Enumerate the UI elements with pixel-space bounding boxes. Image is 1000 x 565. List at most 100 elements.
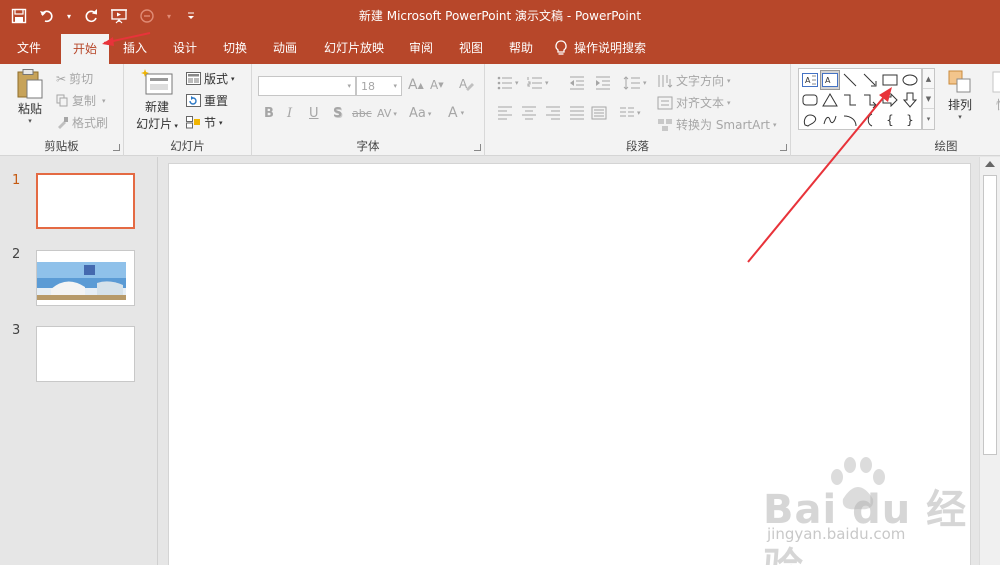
- right-brace-icon[interactable]: }: [900, 110, 920, 130]
- section-button[interactable]: 节 ▾: [186, 114, 223, 131]
- brush-icon: [58, 117, 68, 129]
- quick-styles-button[interactable]: 快: [987, 68, 1000, 113]
- slide-thumbnail-3[interactable]: [36, 326, 135, 382]
- slide-thumbnail-1[interactable]: [36, 173, 135, 229]
- clipboard-launcher-icon[interactable]: [113, 144, 120, 151]
- grow-font-button[interactable]: A ▲: [408, 77, 424, 93]
- slide-number: 2: [12, 247, 21, 262]
- tab-design[interactable]: 设计: [162, 32, 208, 64]
- shadow-button[interactable]: S: [333, 106, 342, 121]
- char-spacing-button[interactable]: AV ▾: [377, 107, 397, 120]
- copy-icon: [56, 94, 68, 107]
- change-case-button[interactable]: Aa ▾: [409, 106, 431, 121]
- arc-icon[interactable]: [840, 110, 860, 130]
- slide-thumbnail-2[interactable]: [36, 250, 135, 306]
- vertical-text-box-icon[interactable]: A: [820, 70, 840, 90]
- align-right-icon[interactable]: [545, 106, 561, 120]
- bold-button[interactable]: B: [264, 106, 274, 121]
- decrease-indent-icon[interactable]: [569, 76, 585, 90]
- rounded-rectangle-icon[interactable]: [800, 90, 820, 110]
- left-brace-icon[interactable]: {: [880, 110, 900, 130]
- cut-button[interactable]: ✂ 剪切: [56, 70, 93, 87]
- arrange-button[interactable]: 排列 ▾: [943, 68, 977, 121]
- new-slide-label-1: 新建: [144, 100, 169, 114]
- tab-view[interactable]: 视图: [448, 32, 494, 64]
- rectangle-icon[interactable]: [880, 70, 900, 90]
- lightbulb-icon: [555, 40, 567, 55]
- slides-group: 新建 幻灯片 ▾ 版式 ▾ 重置 节 ▾ 幻灯片: [124, 64, 252, 156]
- freeform-shape-icon[interactable]: [800, 110, 820, 130]
- tab-review[interactable]: 审阅: [398, 32, 444, 64]
- paragraph-launcher-icon[interactable]: [780, 144, 787, 151]
- gallery-scroll-down-icon[interactable]: ▼: [923, 89, 934, 109]
- oval-icon[interactable]: [900, 70, 920, 90]
- font-name-dropdown-icon[interactable]: ▾: [347, 82, 351, 90]
- paste-label: 粘贴: [17, 102, 42, 116]
- numbering-button[interactable]: ▾: [527, 76, 549, 90]
- ribbon-tab-bar: 文件 开始 插入 设计 切换 动画 幻灯片放映 审阅 视图 帮助 操作说明搜索: [0, 32, 1000, 64]
- reset-button[interactable]: 重置: [186, 92, 228, 109]
- font-name-combo[interactable]: ▾: [258, 76, 356, 96]
- italic-button[interactable]: I: [287, 106, 292, 121]
- justify-icon[interactable]: [569, 106, 585, 120]
- scroll-thumb[interactable]: [983, 175, 997, 455]
- font-size-dropdown-icon[interactable]: ▾: [393, 82, 397, 90]
- underline-button[interactable]: U: [309, 106, 319, 121]
- font-group-label: 字体: [356, 139, 380, 153]
- font-launcher-icon[interactable]: [474, 144, 481, 151]
- tab-insert[interactable]: 插入: [112, 32, 158, 64]
- copy-button[interactable]: 复制 ▾: [56, 92, 106, 109]
- tab-help[interactable]: 帮助: [498, 32, 544, 64]
- columns-button[interactable]: ▾: [619, 106, 641, 120]
- shapes-gallery: A A { }: [798, 68, 922, 130]
- tab-transitions[interactable]: 切换: [212, 32, 258, 64]
- down-arrow-icon[interactable]: [900, 90, 920, 110]
- line-spacing-button[interactable]: ▾: [623, 76, 647, 90]
- increase-indent-icon[interactable]: [595, 76, 611, 90]
- align-center-icon[interactable]: [521, 106, 537, 120]
- tell-me-search[interactable]: 操作说明搜索: [554, 32, 658, 64]
- slides-group-label: 幻灯片: [170, 139, 205, 153]
- layout-button[interactable]: 版式 ▾: [186, 70, 235, 87]
- font-size-combo[interactable]: 18 ▾: [356, 76, 402, 96]
- elbow-arrow-connector-icon[interactable]: [860, 90, 880, 110]
- left-bracket-icon[interactable]: [860, 110, 880, 130]
- shrink-font-button[interactable]: A ▼: [430, 78, 444, 92]
- scroll-up-icon[interactable]: [985, 161, 995, 167]
- format-painter-button[interactable]: 格式刷: [56, 114, 108, 131]
- tab-file[interactable]: 文件: [6, 32, 52, 64]
- paste-dropdown-icon[interactable]: ▾: [28, 117, 32, 125]
- right-arrow-icon[interactable]: [880, 90, 900, 110]
- distributed-icon[interactable]: [591, 106, 607, 120]
- line-icon[interactable]: [840, 70, 860, 90]
- copy-dropdown-icon[interactable]: ▾: [102, 97, 106, 105]
- vertical-scrollbar[interactable]: [979, 157, 1000, 565]
- text-direction-button[interactable]: 文字方向 ▾: [657, 72, 731, 89]
- pane-splitter[interactable]: [157, 157, 158, 565]
- tab-home[interactable]: 开始: [61, 34, 109, 64]
- arrow-line-icon[interactable]: [860, 70, 880, 90]
- triangle-icon[interactable]: [820, 90, 840, 110]
- paste-button[interactable]: 粘贴 ▾: [10, 68, 50, 125]
- gallery-more-icon[interactable]: ▾: [923, 109, 934, 129]
- strikethrough-button[interactable]: abc: [352, 107, 372, 120]
- watermark-url: jingyan.baidu.com: [767, 525, 906, 543]
- convert-smartart-button[interactable]: 转换为 SmartArt ▾: [657, 116, 776, 133]
- quick-styles-label: 快: [996, 96, 1000, 113]
- drawing-group-label: 绘图: [934, 139, 958, 153]
- scribble-icon[interactable]: [820, 110, 840, 130]
- align-left-icon[interactable]: [497, 106, 513, 120]
- tab-animations[interactable]: 动画: [262, 32, 308, 64]
- new-slide-button[interactable]: 新建 幻灯片 ▾: [130, 68, 184, 132]
- tab-slideshow[interactable]: 幻灯片放映: [316, 32, 392, 64]
- new-slide-icon: [141, 69, 173, 95]
- numbering-icon: [527, 77, 542, 89]
- bullets-button[interactable]: ▾: [497, 76, 519, 90]
- font-color-button[interactable]: A ▾: [448, 105, 464, 121]
- window-title: 新建 Microsoft PowerPoint 演示文稿 - PowerPoin…: [358, 9, 642, 23]
- gallery-scroll-up-icon[interactable]: ▲: [923, 69, 934, 89]
- text-box-icon[interactable]: A: [800, 70, 820, 90]
- align-text-button[interactable]: 对齐文本 ▾: [657, 94, 731, 111]
- clear-formatting-icon[interactable]: A: [458, 76, 474, 92]
- elbow-connector-icon[interactable]: [840, 90, 860, 110]
